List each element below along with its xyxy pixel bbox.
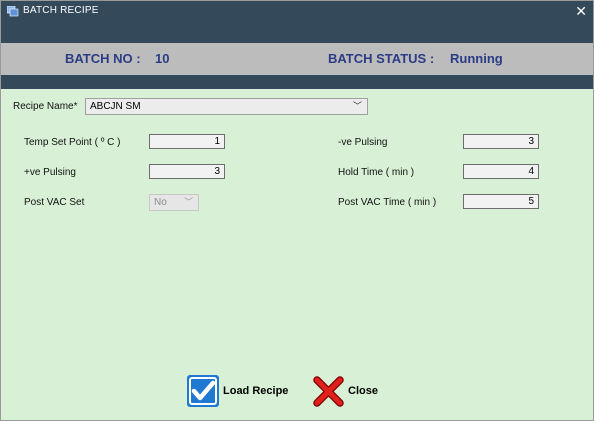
post-vac-set-label: Post VAC Set (24, 197, 85, 208)
window-title: BATCH RECIPE (23, 5, 99, 16)
batch-no-value: 10 (155, 51, 170, 66)
post-vac-time-label: Post VAC Time ( min ) (338, 197, 437, 208)
batch-status-value: Running (450, 51, 503, 66)
recipe-name-dropdown[interactable]: ABCJN SM ﹀ (85, 98, 368, 115)
batch-no-label: BATCH NO : (65, 51, 141, 66)
batch-recipe-window: BATCH RECIPE ✕ BATCH NO : 10 BATCH STATU… (0, 0, 594, 421)
post-vac-set-dropdown: No ﹀ (149, 194, 199, 211)
recipe-name-label: Recipe Name* (13, 101, 78, 112)
pos-pulsing-input[interactable]: 3 (149, 164, 225, 179)
red-x-icon (313, 376, 344, 407)
header-band-top (1, 23, 593, 43)
close-button[interactable]: Close (313, 375, 378, 407)
window-close-icon[interactable]: ✕ (575, 3, 587, 19)
hold-time-label: Hold Time ( min ) (338, 167, 415, 178)
load-recipe-button[interactable]: Load Recipe (186, 374, 288, 408)
title-bar: BATCH RECIPE ✕ (1, 1, 593, 23)
batch-info-strip: BATCH NO : 10 BATCH STATUS : Running (1, 43, 593, 75)
recipe-name-selected: ABCJN SM (90, 101, 141, 112)
neg-pulsing-label: -ve Pulsing (338, 137, 388, 148)
neg-pulsing-input[interactable]: 3 (463, 134, 539, 149)
temp-set-point-label: Temp Set Point ( º C ) (24, 137, 121, 148)
hold-time-input[interactable]: 4 (463, 164, 539, 179)
chevron-down-icon: ﹀ (352, 101, 362, 111)
load-recipe-label: Load Recipe (223, 385, 289, 397)
batch-status-label: BATCH STATUS : (328, 51, 435, 66)
post-vac-set-selected: No (154, 197, 167, 208)
header-band-bottom (1, 75, 593, 89)
post-vac-time-input[interactable]: 5 (463, 194, 539, 209)
pos-pulsing-label: +ve Pulsing (24, 167, 76, 178)
app-icon (7, 6, 19, 17)
close-label: Close (348, 385, 378, 397)
temp-set-point-input[interactable]: 1 (149, 134, 225, 149)
checkmark-icon (187, 375, 219, 407)
chevron-down-icon: ﹀ (183, 197, 193, 207)
